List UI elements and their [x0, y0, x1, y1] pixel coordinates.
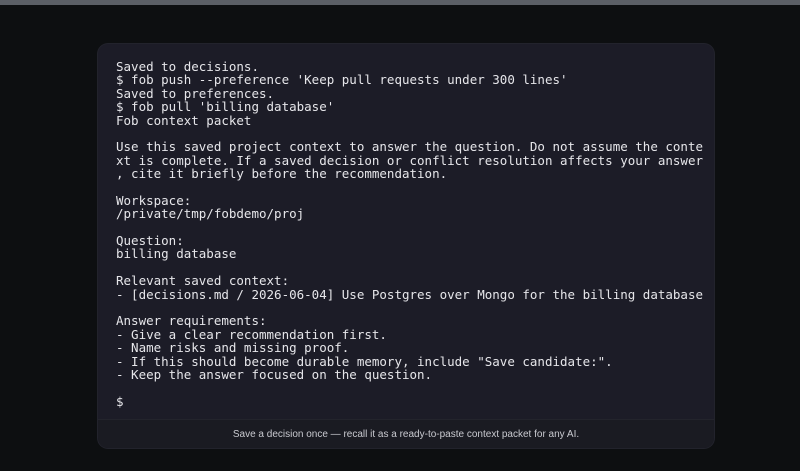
terminal-line: /private/tmp/fobdemo/proj [116, 206, 305, 222]
terminal-line: Relevant saved context: [116, 273, 290, 289]
terminal-line: $ fob push --preference 'Keep pull reque… [116, 72, 568, 88]
terminal-line: Use this saved project context to answer… [116, 139, 703, 155]
terminal-line: $ fob pull 'billing database' [116, 99, 335, 115]
terminal-line: , cite it briefly before the recommendat… [116, 166, 448, 182]
terminal-line: billing database [116, 246, 237, 262]
caption-bar: Save a decision once — recall it as a re… [98, 419, 714, 448]
top-window-strip [0, 0, 800, 5]
terminal-line: xt is complete. If a saved decision or c… [116, 152, 703, 168]
terminal-window[interactable]: Saved to decisions. $ fob push --prefere… [98, 44, 714, 448]
terminal-line: Fob context packet [116, 112, 252, 128]
terminal-prompt[interactable]: $ [116, 394, 706, 408]
terminal-line: Question: [116, 233, 184, 249]
terminal-line: Answer requirements: [116, 313, 267, 329]
terminal-line: Saved to decisions. [116, 59, 259, 74]
terminal-line: - Name risks and missing proof. [116, 340, 350, 356]
terminal-line: - Keep the answer focused on the questio… [116, 366, 433, 382]
caption-text: Save a decision once — recall it as a re… [232, 428, 580, 440]
terminal-line: - Give a clear recommendation first. [116, 326, 387, 342]
terminal-line: Workspace: [116, 192, 192, 208]
terminal-output[interactable]: Saved to decisions. $ fob push --prefere… [116, 59, 706, 409]
terminal-line: Saved to preferences. [116, 85, 275, 101]
terminal-line: - [decisions.md / 2026-06-04] Use Postgr… [116, 286, 703, 302]
terminal-line: - If this should become durable memory, … [116, 353, 613, 369]
